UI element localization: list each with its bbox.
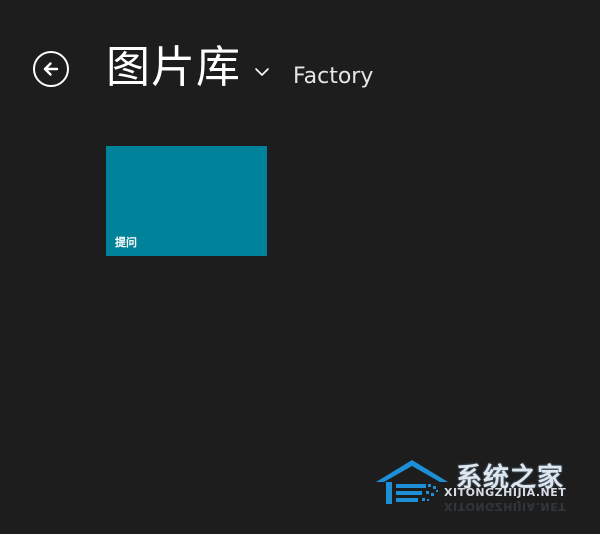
watermark-url-reflection: XITONGZHIJIA.NET xyxy=(444,500,567,513)
back-button[interactable] xyxy=(33,51,69,87)
page-title: 图片库 xyxy=(106,42,241,93)
house-logo-icon xyxy=(376,460,448,504)
watermark: 系统之家 XITONGZHIJIA.NET XITONGZHIJIA.NET xyxy=(372,446,594,522)
chevron-down-icon[interactable] xyxy=(254,66,270,78)
watermark-url: XITONGZHIJIA.NET xyxy=(444,486,567,499)
back-arrow-icon xyxy=(43,62,59,76)
album-tile-label: 提问 xyxy=(115,236,137,249)
gallery-page: 图片库 Factory 提问 系统之家 XITONGZHIJIA.NET XIT… xyxy=(0,0,600,534)
album-tile[interactable]: 提问 xyxy=(106,146,267,256)
page-subtitle: Factory xyxy=(293,64,374,89)
